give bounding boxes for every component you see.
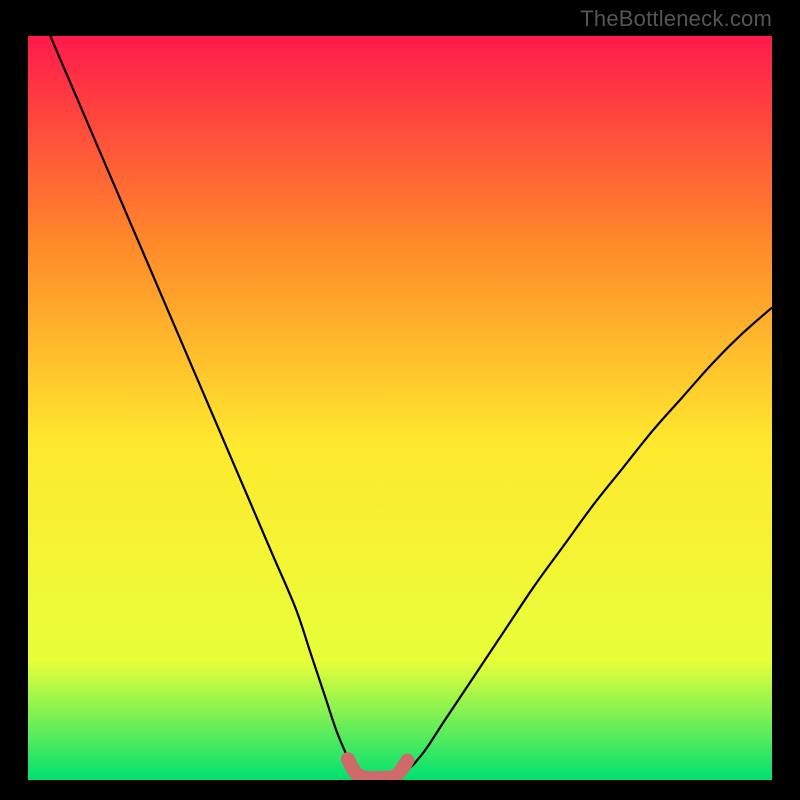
bottleneck-chart (28, 36, 772, 780)
chart-frame: TheBottleneck.com (0, 0, 800, 800)
plot-area (28, 36, 772, 780)
gradient-background (28, 36, 772, 780)
watermark-text: TheBottleneck.com (580, 6, 772, 32)
